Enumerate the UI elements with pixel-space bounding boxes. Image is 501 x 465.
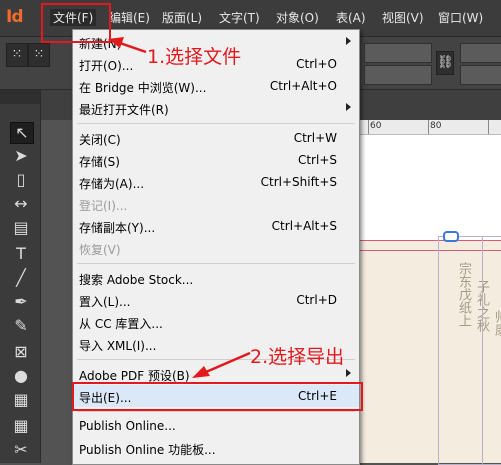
annotation-arrow-2 (192, 351, 251, 378)
annotation-arrows (108, 37, 251, 378)
annotation-arrow-1 (108, 37, 147, 54)
